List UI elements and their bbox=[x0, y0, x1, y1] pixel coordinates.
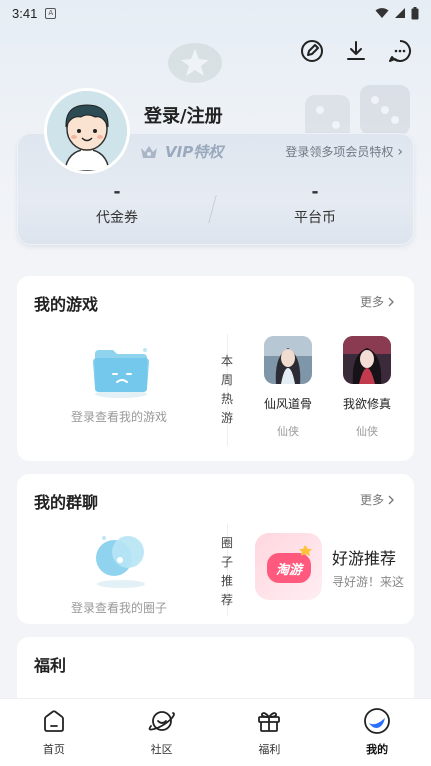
pen-icon bbox=[301, 40, 323, 62]
my-groups-empty-text: 登录查看我的圈子 bbox=[70, 601, 167, 615]
game-name: 我欲修真 bbox=[342, 397, 391, 411]
game-tag: 仙侠 bbox=[277, 425, 299, 438]
more-label: 更多 bbox=[359, 295, 384, 309]
chevron-right-icon bbox=[388, 297, 394, 306]
message-button[interactable] bbox=[387, 38, 413, 64]
game-thumbnail bbox=[264, 336, 312, 384]
game-name: 仙风道骨 bbox=[263, 397, 312, 411]
vip-badge: VIP特权 bbox=[127, 141, 223, 162]
vip-link-label: 登录领多项会员特权 bbox=[285, 145, 394, 159]
voucher-label: 代金券 bbox=[96, 210, 138, 226]
weekly-hot-char: 游 bbox=[220, 411, 233, 425]
status-time: 3:41 bbox=[12, 5, 38, 21]
group-logo: 淘游 bbox=[255, 533, 322, 600]
my-games-empty-text: 登录查看我的游戏 bbox=[70, 410, 167, 424]
chat-bubble-icon bbox=[389, 40, 411, 62]
download-icon bbox=[347, 41, 365, 60]
recommended-group[interactable]: 淘游 好游推荐 寻好游！来这 bbox=[255, 533, 414, 603]
chevron-right-icon: › bbox=[397, 143, 403, 160]
game-item[interactable]: 仙风道骨 仙侠 bbox=[253, 336, 323, 439]
stat-voucher[interactable]: - 代金券 bbox=[57, 183, 177, 227]
chevron-right-icon bbox=[388, 495, 394, 504]
taoyou-logo-icon: 淘游 bbox=[255, 533, 322, 600]
my-groups-more-link[interactable]: 更多 bbox=[360, 491, 394, 508]
group-description: 寻好游！来这 bbox=[332, 575, 405, 589]
vip-privilege-link[interactable]: 登录领多项会员特权 › bbox=[285, 143, 409, 160]
wifi-icon bbox=[375, 8, 389, 18]
game-cover-image-icon bbox=[264, 336, 312, 384]
tab-home[interactable]: 首页 bbox=[0, 699, 108, 766]
status-bar: 3:41 A bbox=[0, 0, 431, 26]
my-games-more-link[interactable]: 更多 bbox=[360, 293, 394, 310]
weekly-hot-label: 本 周 热 游 bbox=[220, 352, 234, 428]
weekly-hot-char: 本 bbox=[220, 354, 233, 368]
circle-recommend-char: 推 bbox=[220, 574, 233, 588]
tab-label: 社区 bbox=[150, 743, 173, 756]
tab-label: 福利 bbox=[258, 743, 281, 756]
profile-icon bbox=[364, 708, 391, 734]
circle-recommend-label: 圈 子 推 荐 bbox=[220, 534, 234, 610]
tab-label: 首页 bbox=[42, 743, 65, 756]
avatar[interactable] bbox=[44, 88, 130, 174]
game-cover-image-icon bbox=[343, 336, 391, 384]
empty-chat-bubbles-icon bbox=[96, 536, 145, 588]
welfare-title: 福利 bbox=[34, 656, 67, 675]
game-item[interactable]: 我欲修真 仙侠 bbox=[332, 336, 402, 439]
download-button[interactable] bbox=[343, 38, 369, 64]
weekly-hot-char: 周 bbox=[220, 373, 233, 387]
stat-platform-coin[interactable]: - 平台币 bbox=[255, 183, 375, 227]
tab-community[interactable]: 社区 bbox=[108, 699, 216, 766]
game-tag: 仙侠 bbox=[356, 425, 378, 438]
bottom-tab-bar: 首页 社区 福利 我的 bbox=[0, 698, 431, 766]
my-groups-title: 我的群聊 bbox=[34, 493, 99, 512]
user-avatar-icon bbox=[47, 91, 127, 171]
star-decoration-icon bbox=[168, 43, 222, 83]
gift-icon bbox=[258, 712, 281, 732]
circle-recommend-char: 子 bbox=[220, 555, 233, 569]
my-groups-card: 我的群聊 更多 登录查看我的圈子 圈 子 推 荐 淘游 好游推荐 寻好游！来这 bbox=[17, 474, 414, 624]
home-icon bbox=[43, 710, 64, 732]
empty-folder-icon bbox=[93, 348, 149, 398]
my-games-card: 我的游戏 更多 登录查看我的游戏 本 周 热 游 仙风道骨 仙侠 我欲修真 仙侠 bbox=[17, 276, 414, 461]
edit-button[interactable] bbox=[299, 38, 325, 64]
my-games-title: 我的游戏 bbox=[34, 295, 99, 314]
platform-coin-value: - bbox=[311, 182, 319, 202]
weekly-hot-char: 热 bbox=[220, 392, 233, 406]
vip-strip[interactable]: VIP特权 登录领多项会员特权 › bbox=[127, 135, 409, 168]
circle-recommend-char: 荐 bbox=[220, 593, 233, 607]
group-logo-text: 淘游 bbox=[276, 562, 305, 578]
vip-crown-icon bbox=[141, 145, 157, 158]
battery-icon bbox=[411, 6, 419, 19]
login-register-link[interactable]: 登录/注册 bbox=[144, 102, 223, 128]
planet-icon bbox=[148, 711, 175, 731]
tab-profile[interactable]: 我的 bbox=[323, 699, 431, 766]
circle-recommend-char: 圈 bbox=[220, 536, 233, 550]
tab-welfare[interactable]: 福利 bbox=[216, 699, 324, 766]
signal-icon bbox=[395, 8, 405, 18]
platform-coin-label: 平台币 bbox=[294, 210, 336, 226]
tab-label: 我的 bbox=[366, 743, 389, 756]
group-name: 好游推荐 bbox=[332, 549, 397, 568]
voucher-value: - bbox=[113, 182, 121, 202]
top-actions bbox=[299, 38, 413, 64]
game-thumbnail bbox=[343, 336, 391, 384]
vip-badge-label: VIP特权 bbox=[165, 143, 224, 161]
more-label: 更多 bbox=[359, 493, 384, 507]
notification-app-icon: A bbox=[45, 7, 57, 19]
